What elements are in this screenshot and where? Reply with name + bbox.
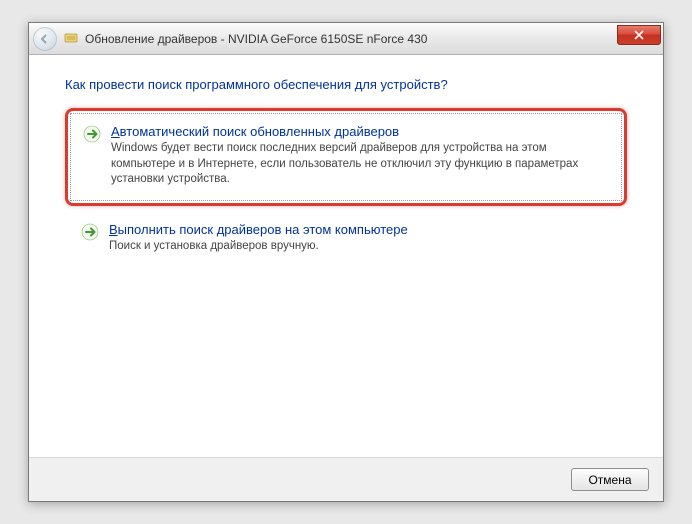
close-button[interactable] — [617, 25, 661, 45]
back-button[interactable] — [33, 27, 57, 51]
footer: Отмена — [29, 457, 663, 501]
option-auto-title: Автоматический поиск обновленных драйвер… — [111, 124, 609, 139]
highlight-frame: Автоматический поиск обновленных драйвер… — [65, 108, 627, 206]
page-heading: Как провести поиск программного обеспече… — [65, 77, 627, 92]
option-auto-search[interactable]: Автоматический поиск обновленных драйвер… — [70, 113, 622, 201]
option-manual-desc: Поиск и установка драйверов вручную. — [109, 239, 611, 255]
titlebar: Обновление драйверов - NVIDIA GeForce 61… — [29, 23, 663, 55]
option-manual-search[interactable]: Выполнить поиск драйверов на этом компью… — [65, 216, 627, 263]
back-arrow-icon — [39, 33, 51, 45]
option-auto-body: Автоматический поиск обновленных драйвер… — [111, 124, 609, 188]
arrow-right-icon — [81, 223, 99, 241]
option-auto-desc: Windows будет вести поиск последних верс… — [111, 141, 609, 188]
driver-update-window: Обновление драйверов - NVIDIA GeForce 61… — [28, 22, 664, 502]
window-title: Обновление драйверов - NVIDIA GeForce 61… — [85, 32, 659, 46]
arrow-right-icon — [83, 125, 101, 143]
option-manual-body: Выполнить поиск драйверов на этом компью… — [109, 222, 611, 255]
option-manual-title: Выполнить поиск драйверов на этом компью… — [109, 222, 611, 237]
content-area: Как провести поиск программного обеспече… — [29, 55, 663, 262]
close-icon — [634, 30, 644, 40]
cancel-button[interactable]: Отмена — [571, 468, 649, 491]
device-icon — [63, 31, 79, 47]
